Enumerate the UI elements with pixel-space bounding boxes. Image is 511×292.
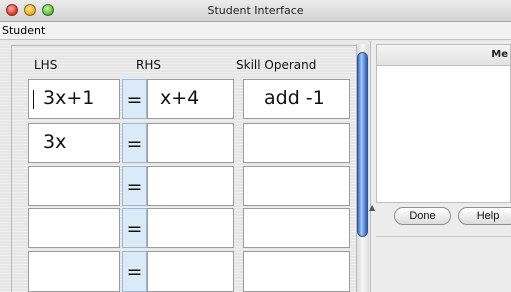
rhs-value-row-1: x+4	[160, 87, 200, 109]
equals-sign-row-1: =	[122, 79, 147, 119]
equals-sign-row-4: =	[122, 208, 147, 248]
equals-sign-row-5: =	[122, 251, 147, 292]
message-area	[376, 66, 511, 203]
menu-bar: Student	[0, 22, 511, 40]
rhs-cell-row-1[interactable]: x+4	[147, 79, 234, 119]
menu-student[interactable]: Student	[2, 24, 45, 37]
panel-divider	[376, 236, 511, 237]
header-rhs: RHS	[136, 58, 161, 72]
lhs-cell-row-5[interactable]	[28, 251, 120, 292]
rhs-cell-row-5[interactable]	[147, 251, 234, 292]
text-cursor	[33, 90, 34, 109]
done-button[interactable]: Done	[394, 207, 451, 225]
message-header-label: Me	[491, 49, 508, 60]
rhs-cell-row-2[interactable]	[147, 123, 234, 163]
split-pane-handle-icon[interactable]: ▲	[369, 203, 375, 212]
rhs-cell-row-3[interactable]	[147, 166, 234, 206]
operand-cell-row-3[interactable]	[243, 166, 350, 206]
lhs-cell-row-1[interactable]: 3x+1	[28, 79, 120, 119]
lhs-cell-row-4[interactable]	[28, 208, 120, 248]
operand-cell-row-1[interactable]: add -1	[243, 79, 350, 119]
operand-cell-row-4[interactable]	[243, 208, 350, 248]
window-title: Student Interface	[207, 4, 304, 17]
title-bar: Student Interface	[0, 0, 511, 22]
equals-sign-row-2: =	[122, 123, 147, 163]
lhs-cell-row-2[interactable]: 3x	[28, 123, 120, 163]
equals-sign-row-3: =	[122, 166, 147, 206]
operand-value-row-1: add -1	[264, 87, 325, 109]
operand-cell-row-2[interactable]	[243, 123, 350, 163]
lhs-cell-row-3[interactable]	[28, 166, 120, 206]
lhs-value-row-1: 3x+1	[43, 87, 95, 109]
header-lhs: LHS	[34, 58, 58, 72]
help-button[interactable]: Help	[458, 207, 511, 225]
operand-cell-row-5[interactable]	[243, 251, 350, 292]
message-header: Me	[376, 44, 511, 66]
rhs-cell-row-4[interactable]	[147, 208, 234, 248]
lhs-value-row-2: 3x	[43, 131, 67, 153]
header-skill-operand: Skill Operand	[236, 58, 317, 72]
vertical-scrollbar-thumb[interactable]	[357, 52, 368, 237]
